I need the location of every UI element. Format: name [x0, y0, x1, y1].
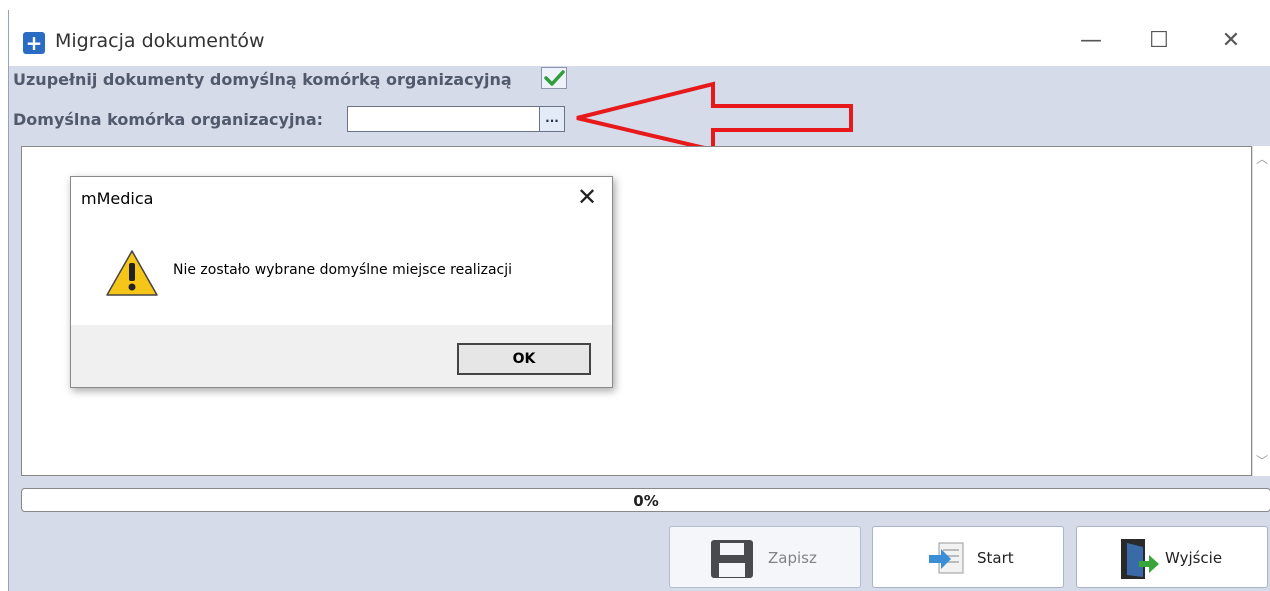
- window-title: Migracja dokumentów: [55, 30, 265, 52]
- ok-button[interactable]: OK: [457, 343, 591, 375]
- scroll-up-icon[interactable]: ︿: [1253, 148, 1270, 170]
- minimize-button[interactable]: —: [1069, 24, 1113, 58]
- progress-bar: 0%: [21, 488, 1270, 512]
- plus-app-icon: +: [23, 32, 45, 54]
- default-unit-label: Domyślna komórka organizacyjna:: [13, 110, 324, 129]
- scroll-down-icon[interactable]: ﹀: [1253, 450, 1270, 472]
- start-document-arrow-icon: [929, 542, 964, 574]
- floppy-disk-icon: [711, 540, 753, 578]
- exit-label: Wyjście: [1165, 549, 1223, 567]
- red-arrow-annotation: [576, 81, 853, 150]
- save-label: Zapisz: [768, 549, 817, 567]
- dialog-message: Nie zostało wybrane domyślne miejsce rea…: [173, 262, 512, 278]
- exit-door-icon: [1121, 539, 1159, 579]
- warning-icon: [106, 250, 158, 296]
- top-strip: [0, 0, 1270, 10]
- maximize-button[interactable]: ☐: [1137, 24, 1181, 58]
- mmedica-dialog: mMedica ✕ Nie zostało wybrane domyślne m…: [70, 176, 613, 388]
- progress-text: 0%: [633, 492, 659, 510]
- start-button[interactable]: Start: [872, 526, 1064, 588]
- exit-button[interactable]: Wyjście: [1076, 526, 1268, 588]
- close-button[interactable]: ✕: [1209, 24, 1253, 58]
- dialog-title: mMedica: [81, 189, 154, 208]
- checkmark-icon: [544, 70, 565, 86]
- save-button[interactable]: Zapisz: [669, 526, 861, 588]
- log-scrollbar[interactable]: ︿ ﹀: [1252, 146, 1270, 476]
- start-label: Start: [977, 549, 1014, 567]
- fill-default-checkbox[interactable]: [541, 67, 567, 89]
- title-bar: + Migracja dokumentów — ☐ ✕: [9, 10, 1270, 66]
- browse-button[interactable]: ...: [539, 106, 565, 132]
- fill-default-label: Uzupełnij dokumenty domyślną komórką org…: [13, 70, 512, 89]
- default-unit-input[interactable]: [347, 106, 541, 132]
- dialog-close-icon[interactable]: ✕: [571, 181, 603, 213]
